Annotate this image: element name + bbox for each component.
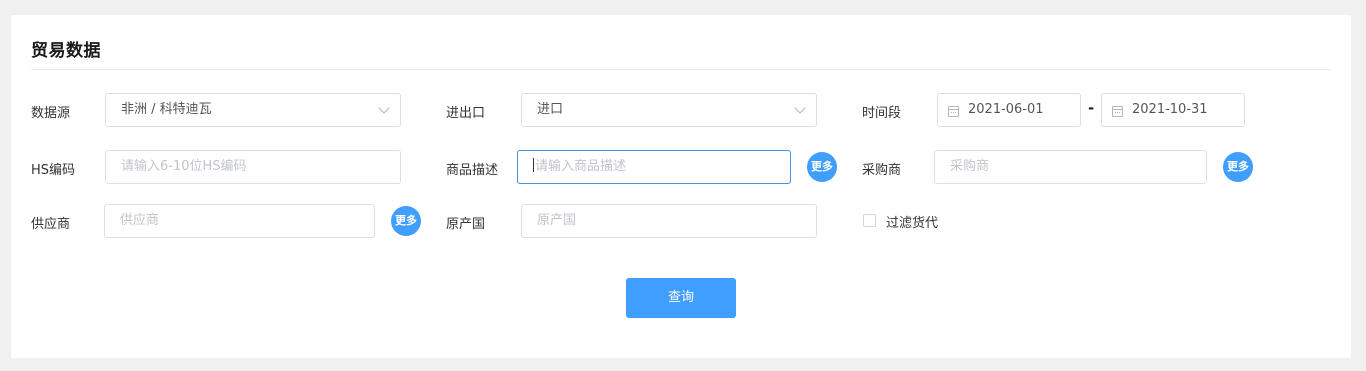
- origin-placeholder: 原产国: [537, 213, 577, 228]
- product-desc-label: 商品描述: [446, 163, 499, 178]
- end-date-value: 2021-10-31: [1132, 102, 1208, 117]
- chevron-down-icon: [794, 102, 806, 114]
- divider: [31, 69, 1331, 70]
- start-date-input[interactable]: 2021-06-01: [937, 93, 1081, 127]
- period-label: 时间段: [862, 106, 902, 121]
- filter-forwarder-label: 过滤货代: [886, 216, 939, 231]
- origin-input[interactable]: 原产国: [521, 204, 817, 238]
- origin-label: 原产国: [446, 217, 486, 232]
- hs-code-label: HS编码: [31, 163, 76, 178]
- product-desc-placeholder: 请输入商品描述: [535, 159, 627, 174]
- trade-direction-value: 进口: [537, 102, 564, 117]
- buyer-label: 采购商: [862, 163, 902, 178]
- supplier-more-button[interactable]: 更多: [391, 206, 421, 236]
- end-date-input[interactable]: 2021-10-31: [1101, 93, 1245, 127]
- source-select[interactable]: 非洲 / 科特迪瓦: [105, 93, 401, 127]
- supplier-placeholder: 供应商: [120, 213, 160, 228]
- buyer-placeholder: 采购商: [950, 159, 990, 174]
- source-label: 数据源: [31, 106, 71, 121]
- calendar-icon: [1112, 106, 1123, 117]
- query-button[interactable]: 查询: [626, 278, 736, 318]
- trade-data-panel: 贸易数据 数据源 非洲 / 科特迪瓦 进出口 进口 时间段 2021-06-01…: [11, 15, 1351, 358]
- supplier-label: 供应商: [31, 217, 71, 232]
- hs-code-placeholder: 请输入6-10位HS编码: [121, 159, 247, 174]
- buyer-input[interactable]: 采购商: [934, 150, 1207, 184]
- calendar-icon: [948, 106, 959, 117]
- trade-direction-select[interactable]: 进口: [521, 93, 817, 127]
- chevron-down-icon: [378, 102, 390, 114]
- supplier-input[interactable]: 供应商: [104, 204, 375, 238]
- text-caret: [533, 158, 534, 172]
- product-desc-input[interactable]: 请输入商品描述: [517, 150, 791, 184]
- product-desc-more-button[interactable]: 更多: [807, 152, 837, 182]
- hs-code-input[interactable]: 请输入6-10位HS编码: [105, 150, 401, 184]
- start-date-value: 2021-06-01: [968, 102, 1044, 117]
- source-value: 非洲 / 科特迪瓦: [121, 102, 212, 117]
- filter-forwarder-checkbox[interactable]: [863, 214, 876, 227]
- section-title: 贸易数据: [31, 41, 101, 61]
- date-separator: -: [1088, 99, 1095, 117]
- buyer-more-button[interactable]: 更多: [1223, 152, 1253, 182]
- trade-direction-label: 进出口: [446, 106, 486, 121]
